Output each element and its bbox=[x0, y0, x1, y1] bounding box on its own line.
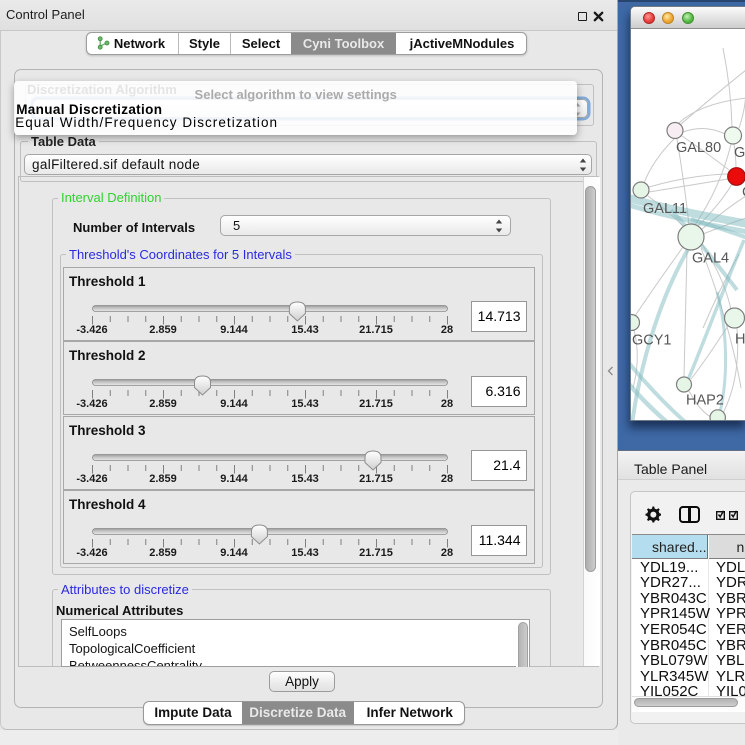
svg-text:GAL80: GAL80 bbox=[676, 140, 721, 156]
svg-text:H: H bbox=[735, 331, 745, 347]
svg-text:GAL11: GAL11 bbox=[643, 201, 687, 217]
svg-text:GCY1: GCY1 bbox=[632, 332, 672, 348]
svg-text:HAP2: HAP2 bbox=[686, 392, 724, 408]
svg-text:GA: GA bbox=[734, 145, 745, 161]
svg-text:GAL4: GAL4 bbox=[692, 250, 729, 266]
